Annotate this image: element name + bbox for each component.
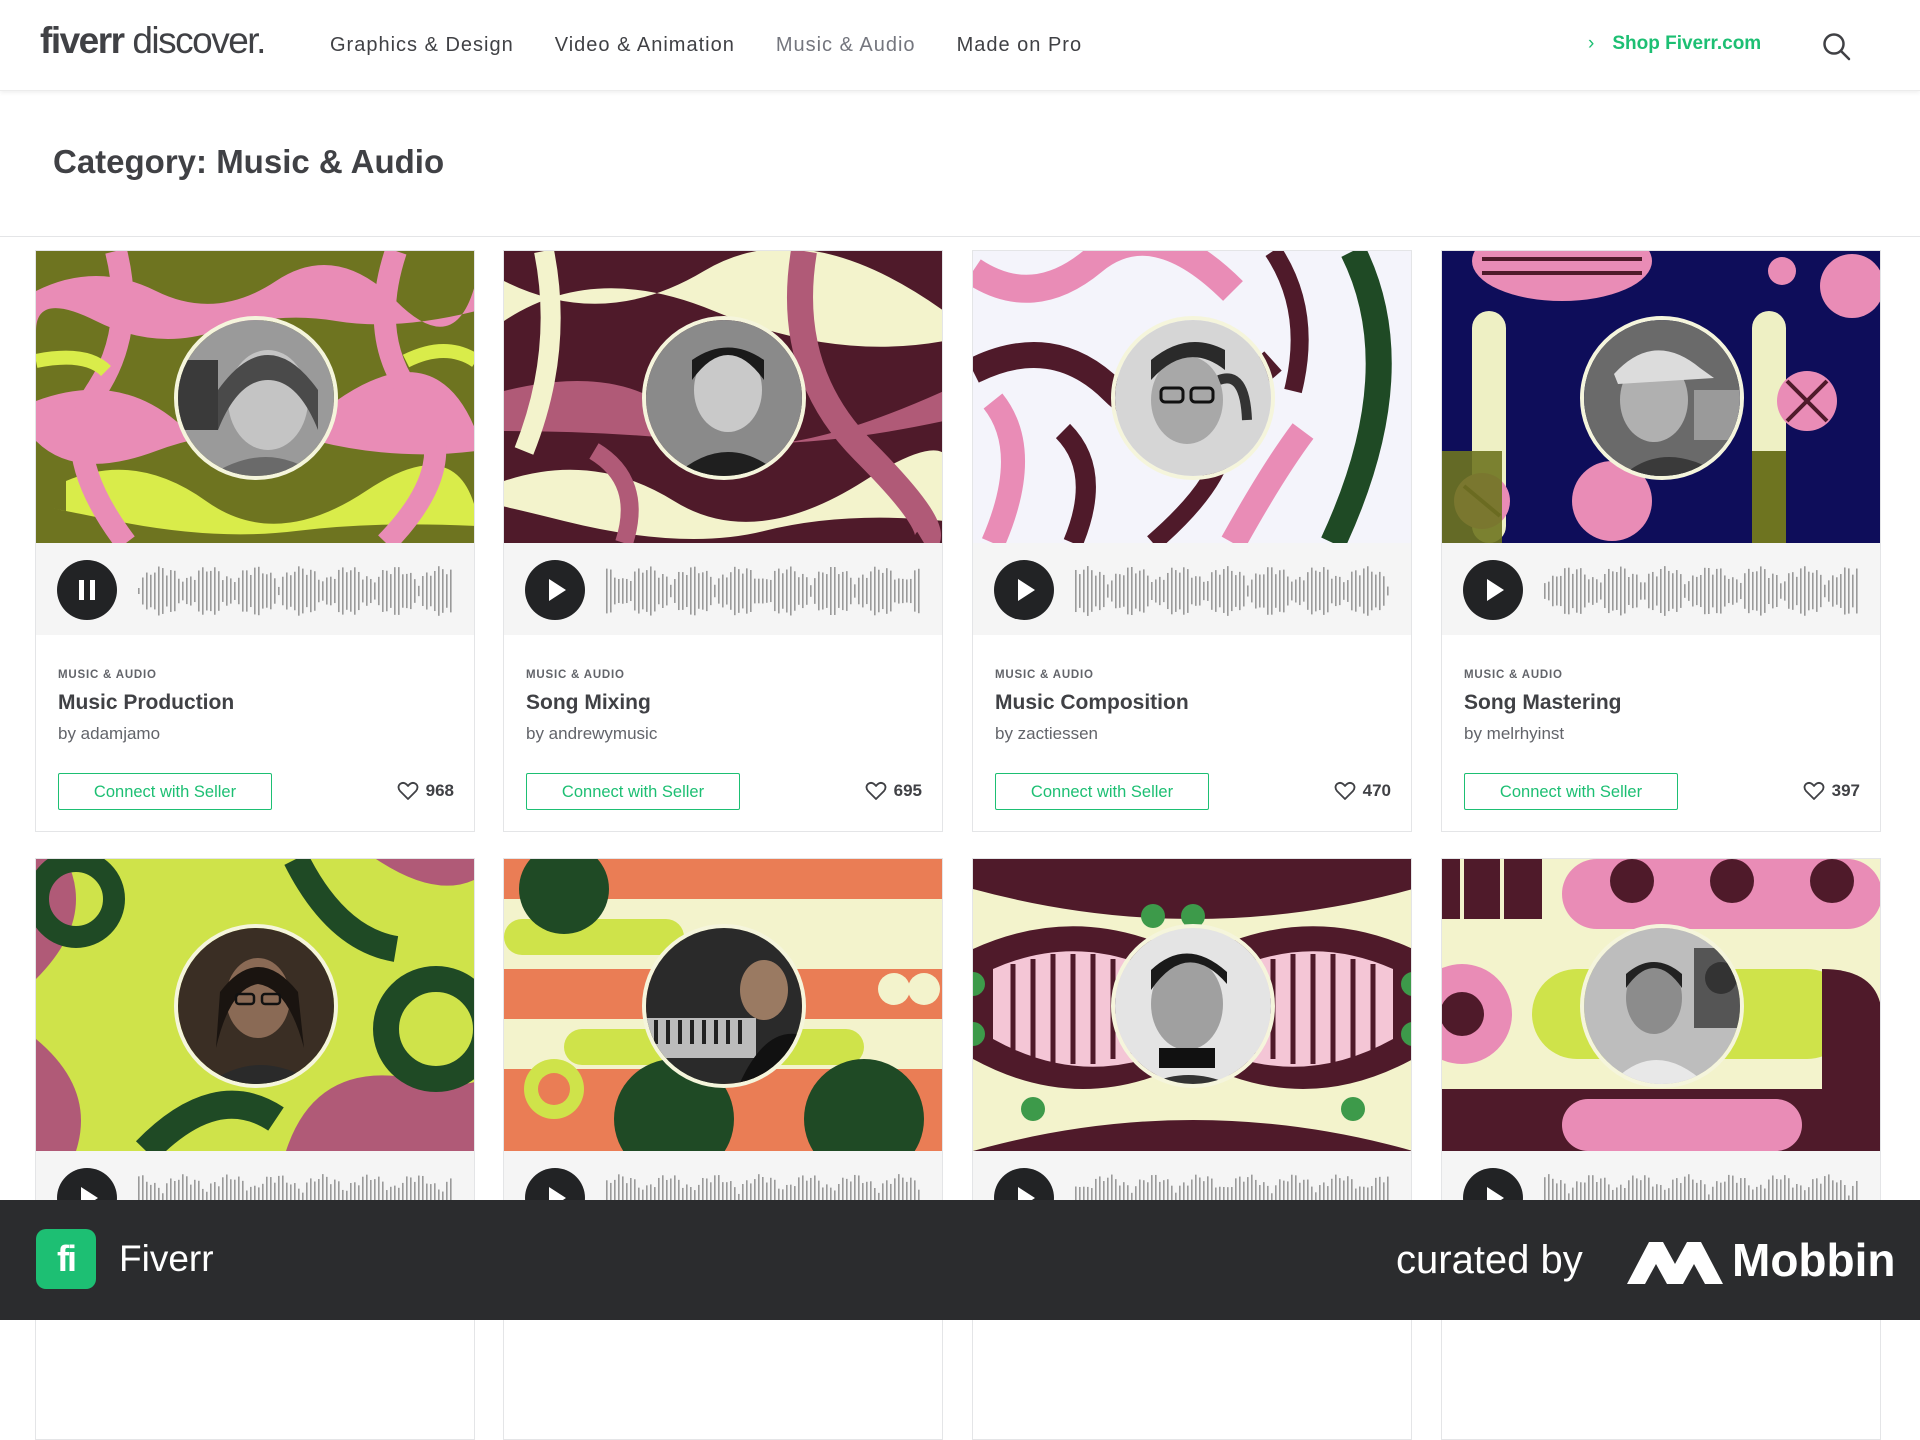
shop-fiverr-label: Shop Fiverr.com — [1612, 33, 1762, 54]
seller-avatar — [1111, 924, 1275, 1088]
main-nav: Graphics & Design Video & Animation Musi… — [330, 34, 1123, 57]
connect-with-seller-button[interactable]: Connect with Seller — [1464, 773, 1678, 810]
gig-title[interactable]: Music Composition — [995, 691, 1189, 715]
seller-card[interactable]: MUSIC & AUDIO Song Mixing by andrewymusi… — [503, 250, 943, 832]
card-info: MUSIC & AUDIO Music Composition by zacti… — [973, 635, 1411, 831]
card-artwork — [1442, 251, 1880, 543]
seller-name[interactable]: by zactiessen — [995, 724, 1098, 744]
seller-avatar — [174, 316, 338, 480]
waveform[interactable] — [606, 563, 924, 619]
audio-player — [504, 543, 942, 635]
seller-avatar — [642, 316, 806, 480]
play-button[interactable] — [994, 560, 1054, 620]
page-title: Category: Music & Audio — [53, 143, 445, 180]
seller-name[interactable]: by adamjamo — [58, 724, 160, 744]
chevron-right-icon: › — [1588, 33, 1595, 54]
fiverr-discover-logo[interactable]: fiverr discover. — [40, 20, 266, 62]
card-category: MUSIC & AUDIO — [58, 669, 157, 681]
play-icon — [549, 579, 566, 601]
card-category: MUSIC & AUDIO — [1464, 669, 1563, 681]
seller-card[interactable] — [1441, 858, 1881, 1440]
mobbin-logo-icon — [1627, 1242, 1723, 1284]
heart-icon — [865, 781, 887, 800]
shop-fiverr-link[interactable]: › Shop Fiverr.com — [1588, 33, 1761, 55]
card-artwork — [1442, 859, 1880, 1151]
audio-player — [36, 543, 474, 635]
seller-name[interactable]: by melrhyinst — [1464, 724, 1564, 744]
title-band: Category: Music & Audio — [0, 91, 1920, 237]
card-artwork — [36, 859, 474, 1151]
waveform[interactable] — [1075, 563, 1393, 619]
card-artwork — [504, 251, 942, 543]
waveform[interactable] — [138, 563, 456, 619]
seller-card[interactable]: MUSIC & AUDIO Song Mastering by melrhyin… — [1441, 250, 1881, 832]
mobbin-footer: fi Fiverr curated by Mobbin — [0, 1200, 1920, 1320]
connect-with-seller-button[interactable]: Connect with Seller — [58, 773, 272, 810]
heart-icon — [1803, 781, 1825, 800]
seller-avatar — [642, 924, 806, 1088]
logo-brand: fiverr — [40, 20, 125, 61]
gig-title[interactable]: Song Mastering — [1464, 691, 1622, 715]
play-button[interactable] — [525, 560, 585, 620]
logo-suffix: discover. — [123, 20, 266, 61]
heart-icon — [397, 781, 419, 800]
pause-icon — [79, 580, 95, 600]
gig-title[interactable]: Music Production — [58, 691, 234, 715]
audio-player — [973, 543, 1411, 635]
seller-avatar — [1580, 316, 1744, 480]
audio-player — [1442, 543, 1880, 635]
seller-card[interactable] — [503, 858, 943, 1440]
curated-by-label: curated by — [1396, 1238, 1583, 1282]
play-icon — [1018, 579, 1035, 601]
like-count: 968 — [425, 781, 454, 800]
card-info: MUSIC & AUDIO Song Mixing by andrewymusi… — [504, 635, 942, 831]
app-icon-glyph: fi — [57, 1238, 77, 1279]
play-icon — [1487, 579, 1504, 601]
like-count: 470 — [1362, 781, 1391, 800]
card-category: MUSIC & AUDIO — [526, 669, 625, 681]
card-artwork — [36, 251, 474, 543]
seller-avatar — [1111, 316, 1275, 480]
card-artwork — [973, 251, 1411, 543]
nav-graphics-design[interactable]: Graphics & Design — [330, 34, 514, 57]
seller-avatar — [1580, 924, 1744, 1088]
card-info: MUSIC & AUDIO Song Mastering by melrhyin… — [1442, 635, 1880, 831]
connect-with-seller-button[interactable]: Connect with Seller — [526, 773, 740, 810]
connect-with-seller-button[interactable]: Connect with Seller — [995, 773, 1209, 810]
seller-card[interactable] — [35, 858, 475, 1440]
app-name: Fiverr — [119, 1238, 214, 1279]
seller-card[interactable]: MUSIC & AUDIO Music Production by adamja… — [35, 250, 475, 832]
nav-video-animation[interactable]: Video & Animation — [555, 34, 735, 57]
card-artwork — [504, 859, 942, 1151]
like-count: 695 — [893, 781, 922, 800]
top-header: fiverr discover. Graphics & Design Video… — [0, 0, 1920, 91]
nav-made-on-pro[interactable]: Made on Pro — [957, 34, 1083, 57]
card-artwork — [973, 859, 1411, 1151]
fiverr-app-icon: fi — [36, 1229, 96, 1289]
search-icon[interactable] — [1822, 32, 1852, 62]
seller-card[interactable]: MUSIC & AUDIO Music Composition by zacti… — [972, 250, 1412, 832]
like-button[interactable]: 968 — [397, 781, 454, 801]
like-button[interactable]: 397 — [1803, 781, 1860, 801]
seller-avatar — [174, 924, 338, 1088]
like-button[interactable]: 695 — [865, 781, 922, 801]
card-category: MUSIC & AUDIO — [995, 669, 1094, 681]
heart-icon — [1334, 781, 1356, 800]
mobbin-wordmark: Mobbin — [1732, 1234, 1896, 1286]
seller-name[interactable]: by andrewymusic — [526, 724, 657, 744]
waveform[interactable] — [1544, 563, 1862, 619]
like-button[interactable]: 470 — [1334, 781, 1391, 801]
gig-title[interactable]: Song Mixing — [526, 691, 651, 715]
nav-music-audio[interactable]: Music & Audio — [776, 34, 916, 57]
pause-button[interactable] — [57, 560, 117, 620]
seller-card[interactable] — [972, 858, 1412, 1440]
card-info: MUSIC & AUDIO Music Production by adamja… — [36, 635, 474, 831]
play-button[interactable] — [1463, 560, 1523, 620]
like-count: 397 — [1831, 781, 1860, 800]
